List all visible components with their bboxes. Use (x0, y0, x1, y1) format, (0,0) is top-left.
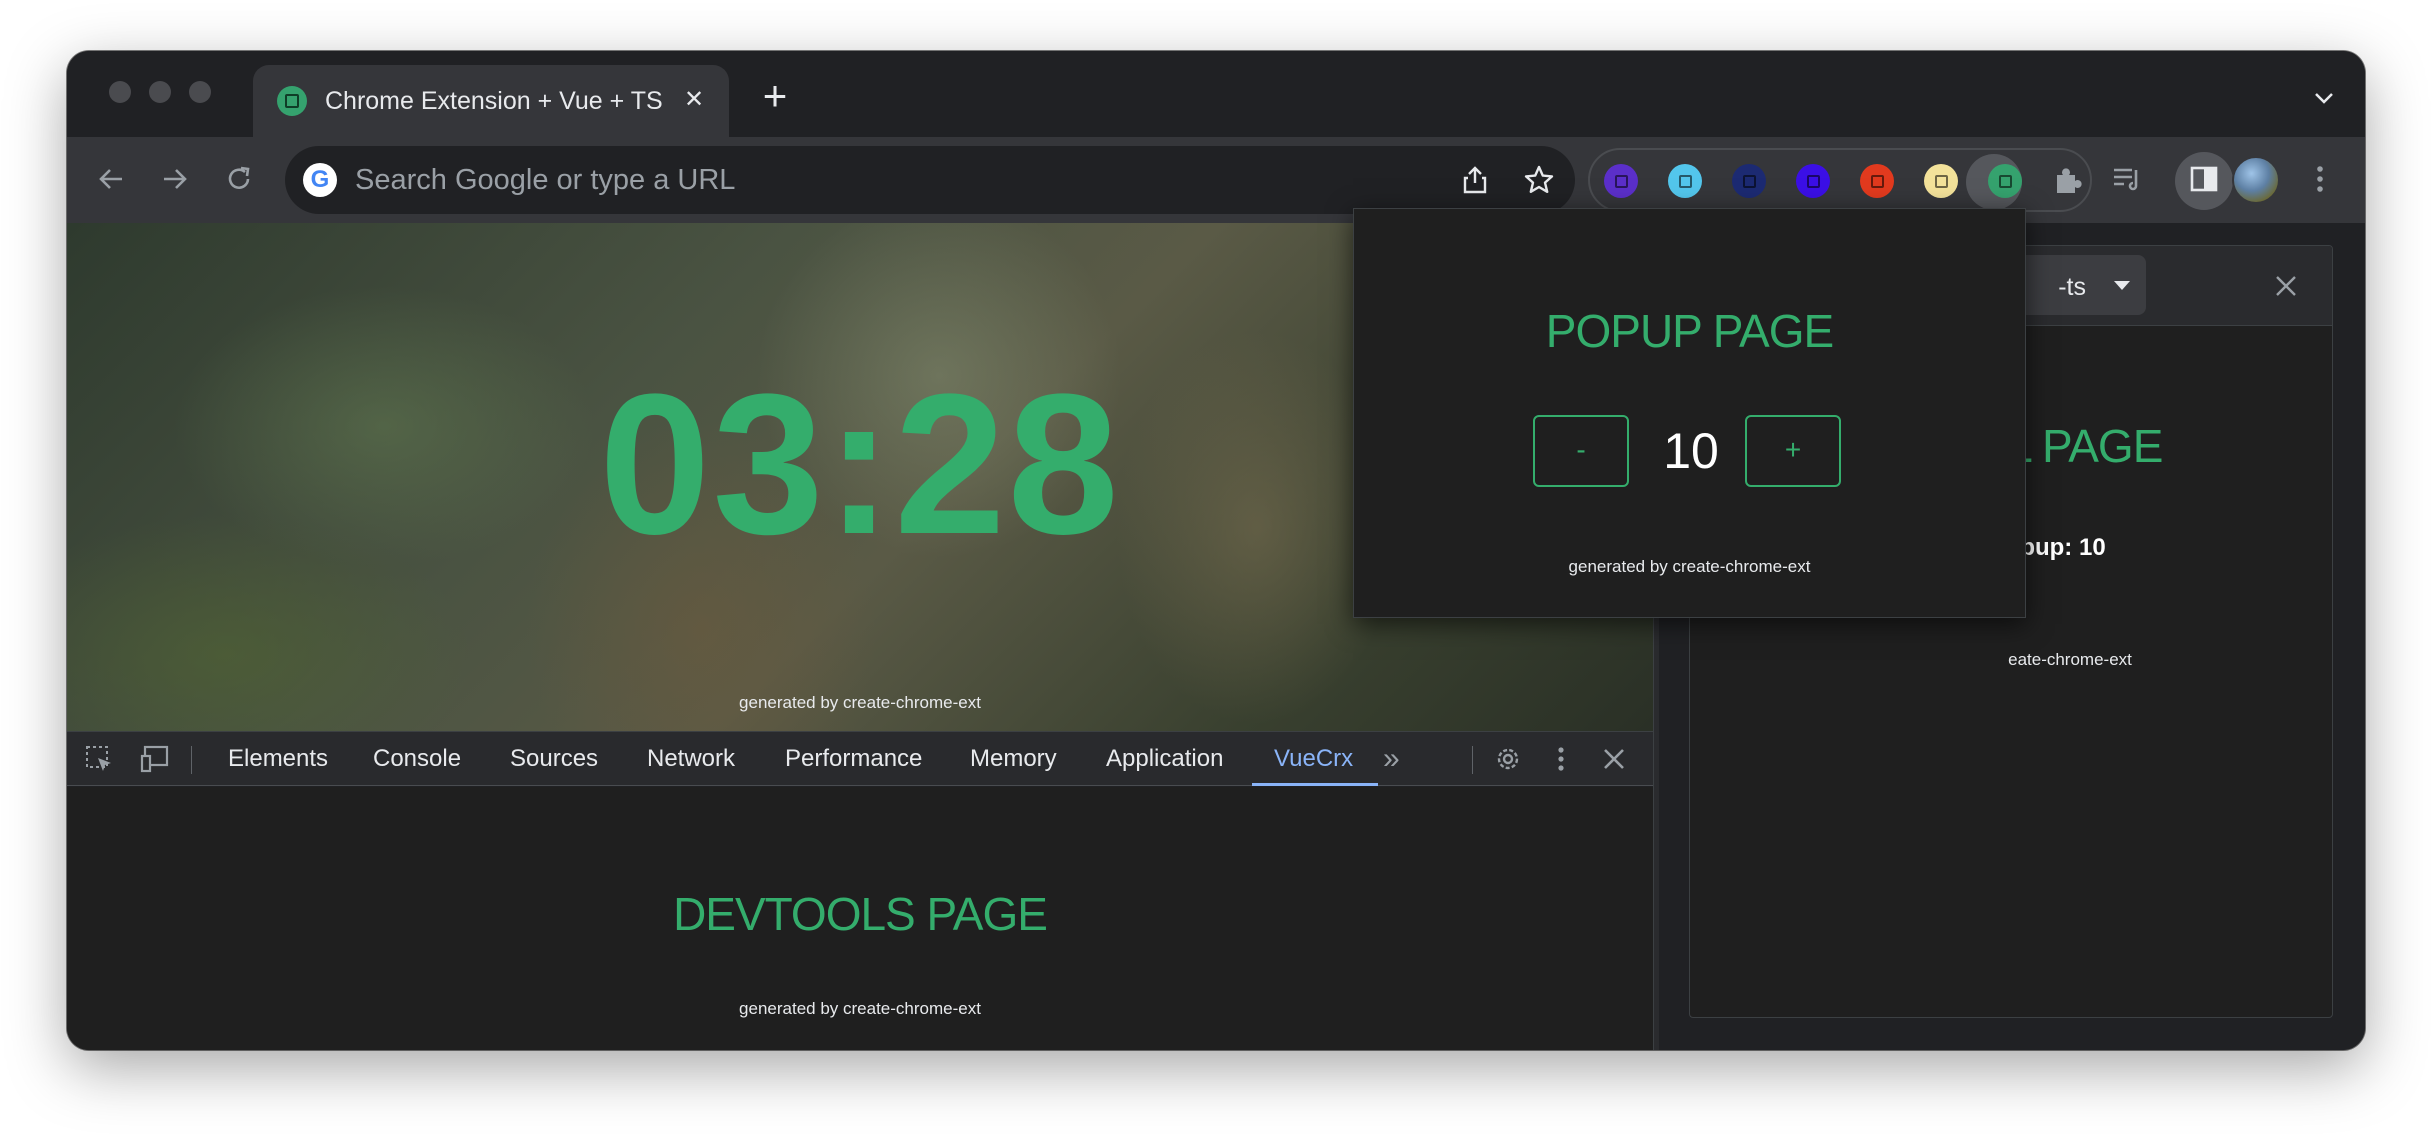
devtools-tab-application[interactable]: Application (1106, 732, 1223, 786)
extension-icon[interactable] (1604, 164, 1638, 198)
device-toolbar-icon[interactable] (139, 743, 171, 775)
devtools-tab-elements[interactable]: Elements (228, 732, 328, 786)
devtools-content: DEVTOOLS PAGE generated by create-chrome… (67, 787, 1653, 1050)
devtools-tab-sources[interactable]: Sources (510, 732, 598, 786)
window-close-dot[interactable] (109, 81, 131, 103)
side-panel-select-value: -ts (2058, 273, 2086, 301)
newtab-footer: generated by create-chrome-ext (739, 693, 981, 712)
side-panel-icon[interactable] (2184, 159, 2224, 199)
devtools-page-title: DEVTOOLS PAGE (673, 888, 1048, 940)
extension-icon[interactable] (1796, 164, 1830, 198)
window-minimize-dot[interactable] (149, 81, 171, 103)
extension-icon[interactable] (1668, 164, 1702, 198)
devtools-panel: Elements Console Sources Network Perform… (67, 731, 1653, 1050)
share-icon[interactable] (1457, 162, 1493, 198)
extension-icon[interactable] (1732, 164, 1766, 198)
devtools-tab-network[interactable]: Network (647, 732, 735, 786)
extension-popup: POPUP PAGE - 10 + generated by create-ch… (1353, 208, 2026, 618)
tab-favicon-icon (277, 86, 307, 116)
inspect-element-icon[interactable] (83, 743, 115, 775)
caret-down-icon (2114, 281, 2130, 290)
devtools-footer: generated by create-chrome-ext (739, 999, 981, 1018)
devtools-separator (1472, 746, 1473, 774)
reload-icon[interactable] (219, 159, 259, 199)
active-tab-underline (1252, 783, 1378, 786)
tab-strip: Chrome Extension + Vue + TS ✕ + (67, 51, 2365, 137)
side-panel-close-icon[interactable] (2270, 270, 2302, 302)
tab-close-icon[interactable]: ✕ (679, 85, 709, 115)
settings-gear-icon[interactable] (1492, 743, 1524, 775)
popup-footer: generated by create-chrome-ext (1568, 557, 1811, 576)
decrement-button[interactable]: - (1533, 415, 1629, 487)
increment-button[interactable]: + (1745, 415, 1841, 487)
bookmark-star-icon[interactable] (1521, 162, 1557, 198)
tab-title: Chrome Extension + Vue + TS (325, 86, 663, 115)
extension-icon[interactable] (1988, 164, 2022, 198)
browser-window: Chrome Extension + Vue + TS ✕ + G Search… (67, 51, 2365, 1050)
devtools-tab-performance[interactable]: Performance (785, 732, 922, 786)
extension-icon[interactable] (1924, 164, 1958, 198)
devtools-tab-bar: Elements Console Sources Network Perform… (67, 732, 1653, 786)
devtools-close-icon[interactable] (1598, 743, 1630, 775)
side-panel-footer: eate-chrome-ext (2008, 650, 2132, 669)
popup-count: 10 (1663, 423, 1719, 479)
extensions-group (1588, 148, 2092, 212)
devtools-kebab-icon[interactable] (1545, 743, 1577, 775)
devtools-separator (191, 746, 192, 774)
popup-page-title: POPUP PAGE (1545, 305, 1834, 357)
devtools-tab-console[interactable]: Console (373, 732, 461, 786)
omnibox-placeholder: Search Google or type a URL (355, 163, 736, 196)
back-arrow-icon[interactable] (91, 159, 131, 199)
google-logo-icon: G (303, 163, 337, 197)
kebab-menu-icon[interactable] (2300, 159, 2340, 199)
puzzle-extensions-icon[interactable] (2050, 164, 2084, 198)
devtools-tab-memory[interactable]: Memory (970, 732, 1057, 786)
reading-list-icon[interactable] (2107, 159, 2147, 199)
window-zoom-dot[interactable] (189, 81, 211, 103)
new-tab-button[interactable]: + (757, 75, 793, 117)
omnibox[interactable]: G Search Google or type a URL (285, 146, 1575, 214)
forward-arrow-icon[interactable] (155, 159, 195, 199)
browser-tab[interactable]: Chrome Extension + Vue + TS ✕ (253, 65, 729, 137)
devtools-tab-vuecrx[interactable]: VueCrx (1274, 732, 1353, 786)
tab-search-chevron-icon[interactable] (2313, 87, 2335, 109)
more-tabs-chevron-icon[interactable]: » (1383, 732, 1400, 786)
extension-icon[interactable] (1860, 164, 1894, 198)
profile-avatar[interactable] (2232, 156, 2280, 204)
